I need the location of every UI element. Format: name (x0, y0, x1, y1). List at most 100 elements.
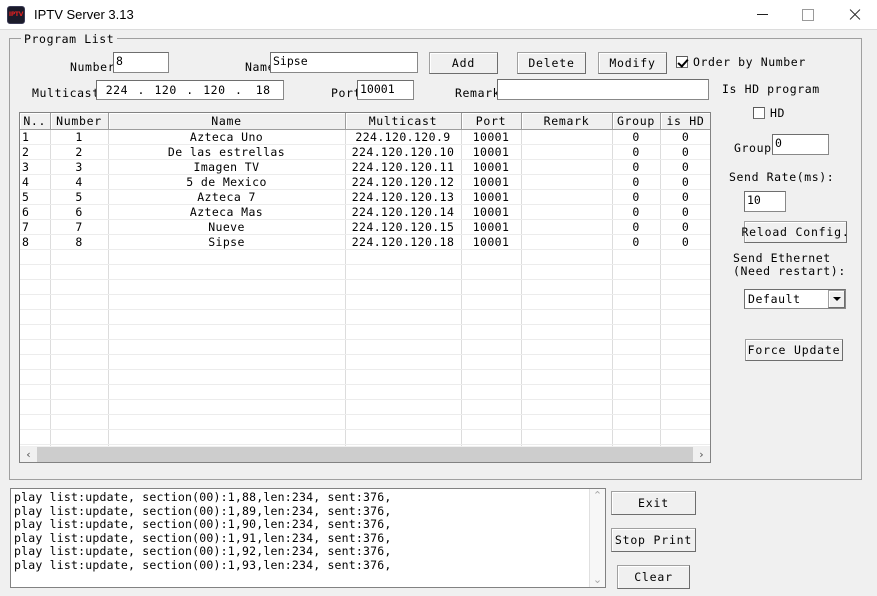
cell-empty (521, 264, 613, 280)
cell-empty (660, 279, 710, 295)
close-button[interactable] (831, 0, 877, 29)
force-update-button[interactable]: Force Update (745, 339, 843, 361)
table-row[interactable]: 445 de Mexico 224.120.120.12 10001 0 0 (20, 174, 710, 190)
cell-empty (612, 249, 661, 265)
scroll-left-arrow-icon[interactable]: ‹ (20, 447, 37, 462)
column-header-remark[interactable]: Remark (521, 113, 613, 130)
column-header-n[interactable]: N.. (20, 113, 51, 130)
window-title: IPTV Server 3.13 (34, 7, 134, 22)
table-row-empty[interactable] (20, 279, 710, 295)
cell-empty (108, 264, 346, 280)
cell-empty (108, 249, 346, 265)
table-row[interactable]: 2 2 De las estrellas 224.120.120.10 10001 0 0 (20, 144, 710, 160)
column-header-multicast[interactable]: Multicast (345, 113, 462, 130)
send-rate-label: Send Rate(ms): (729, 170, 835, 184)
table-row-empty[interactable] (20, 339, 710, 355)
delete-button[interactable]: Delete (517, 52, 586, 74)
table-row-empty[interactable] (20, 309, 710, 325)
table-row[interactable]: 6 6 Azteca Mas 224.120.120.14 10001 0 0 (20, 204, 710, 220)
table-row-empty[interactable] (20, 264, 710, 280)
cell-empty (50, 429, 109, 445)
cell-empty (20, 249, 51, 265)
order-by-number-checkbox-box[interactable] (676, 56, 688, 68)
program-table[interactable]: N.. Number Name Multicast Port Remark Gr… (19, 112, 711, 458)
table-row-empty[interactable] (20, 324, 710, 340)
table-row-empty[interactable] (20, 354, 710, 370)
column-header-ishd[interactable]: is HD (660, 113, 710, 130)
exit-button[interactable]: Exit (611, 491, 696, 515)
clear-button[interactable]: Clear (617, 565, 690, 589)
multicast-octet-1[interactable]: 224 (97, 83, 137, 97)
cell-empty (612, 279, 661, 295)
table-row-empty[interactable] (20, 294, 710, 310)
cell-empty (345, 324, 462, 340)
table-row-empty[interactable] (20, 414, 710, 430)
cell-port: 10001 (461, 189, 522, 205)
table-row-empty[interactable] (20, 249, 710, 265)
table-row[interactable]: 8 8 Sipse 224.120.120.18 10001 0 0 (20, 234, 710, 250)
number-input[interactable]: 8 (113, 52, 169, 73)
cell-empty (612, 414, 661, 430)
table-row-empty[interactable] (20, 399, 710, 415)
hd-checkbox[interactable]: HD (753, 106, 785, 120)
table-row-empty[interactable] (20, 429, 710, 445)
cell-empty (108, 309, 346, 325)
table-row[interactable]: 7 7 Nueve 224.120.120.15 10001 0 0 (20, 219, 710, 235)
cell-n: 8 (20, 234, 51, 250)
ip-separator-3: . (235, 83, 243, 97)
cell-empty (521, 249, 613, 265)
send-rate-input[interactable]: 10 (744, 191, 786, 212)
cell-empty (20, 294, 51, 310)
group-input[interactable]: 0 (772, 134, 829, 155)
log-output[interactable]: play list:update, section(00):1,88,len:2… (10, 488, 606, 588)
multicast-octet-2[interactable]: 120 (146, 83, 186, 97)
cell-number: 6 (50, 204, 109, 220)
log-vscrollbar[interactable]: ⌃ ⌄ (589, 489, 605, 587)
cell-empty (20, 354, 51, 370)
stop-print-button[interactable]: Stop Print (611, 528, 696, 552)
table-row[interactable]: 5 5 Azteca 7 224.120.120.13 10001 0 0 (20, 189, 710, 205)
hd-checkbox-box[interactable] (753, 107, 765, 119)
close-icon (848, 9, 860, 21)
scroll-up-arrow-icon[interactable]: ⌃ (593, 490, 602, 501)
modify-button[interactable]: Modify (598, 52, 667, 74)
scroll-down-arrow-icon[interactable]: ⌄ (593, 574, 602, 585)
hscroll-thumb[interactable] (37, 446, 693, 462)
maximize-button[interactable] (785, 0, 831, 29)
minimize-button[interactable] (739, 0, 785, 29)
table-row[interactable]: 1 1 Azteca Uno 224.120.120.9 10001 0 0 (20, 129, 710, 145)
table-row[interactable]: 3 3 Imagen TV 224.120.120.11 10001 0 0 (20, 159, 710, 175)
cell-group: 0 (612, 129, 661, 145)
cell-empty (108, 384, 346, 400)
remark-input[interactable] (497, 79, 709, 100)
column-header-port[interactable]: Port (461, 113, 522, 130)
send-ethernet-dropdown-button[interactable] (828, 290, 845, 308)
multicast-ip-input[interactable]: 224 . 120 . 120 . 18 (96, 80, 284, 100)
cell-multicast: 224.120.120.12 (345, 174, 462, 190)
iptv-logo-icon: IPTV (7, 5, 25, 24)
order-by-number-checkbox[interactable]: Order by Number (676, 55, 806, 69)
column-header-number[interactable]: Number (50, 113, 109, 130)
column-header-name[interactable]: Name (108, 113, 346, 130)
column-header-group[interactable]: Group (612, 113, 661, 130)
scroll-right-arrow-icon[interactable]: › (693, 447, 710, 462)
cell-port: 10001 (461, 219, 522, 235)
cell-empty (345, 279, 462, 295)
table-row-empty[interactable] (20, 384, 710, 400)
name-input[interactable]: Sipse (270, 52, 418, 73)
program-table-hscrollbar[interactable]: ‹ › (19, 446, 711, 463)
cell-n: 1 (20, 129, 51, 145)
cell-empty (660, 354, 710, 370)
title-bar: IPTV IPTV Server 3.13 (0, 0, 877, 30)
reload-config-button[interactable]: Reload Config. (741, 221, 849, 243)
port-input[interactable]: 10001 (357, 80, 414, 100)
cell-empty (50, 249, 109, 265)
cell-multicast: 224.120.120.15 (345, 219, 462, 235)
multicast-octet-4[interactable]: 18 (243, 83, 283, 97)
send-ethernet-select[interactable]: Default (744, 289, 846, 309)
add-button[interactable]: Add (429, 52, 498, 74)
cell-multicast: 224.120.120.13 (345, 189, 462, 205)
cell-empty (345, 384, 462, 400)
multicast-octet-3[interactable]: 120 (195, 83, 235, 97)
table-row-empty[interactable] (20, 369, 710, 385)
